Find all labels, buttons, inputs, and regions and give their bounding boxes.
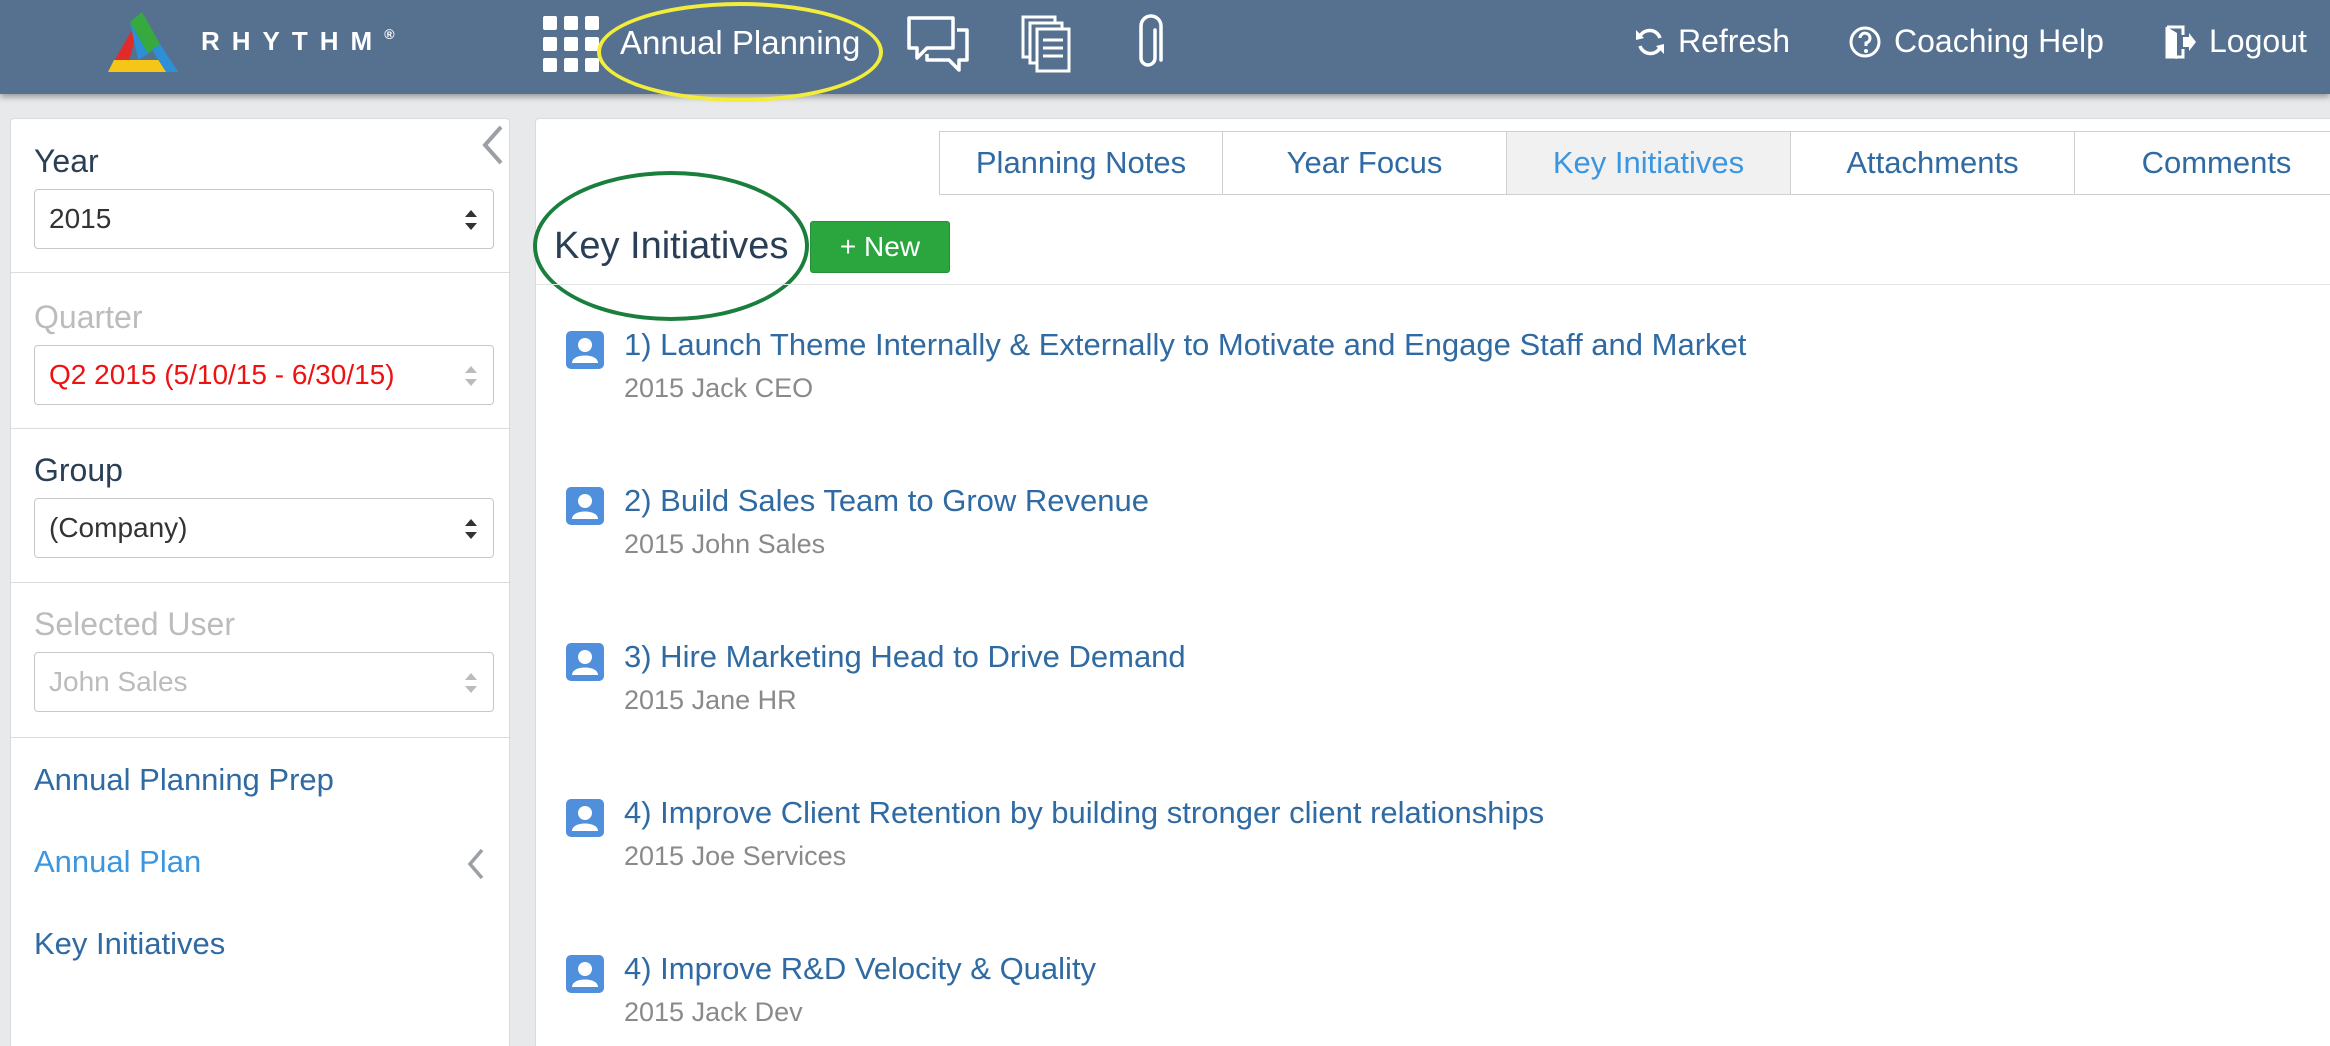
filter-sidebar: Year 2015 Quarter Q2 2015 (5/10/15 - 6/3…	[10, 118, 511, 1046]
tab-planning-notes[interactable]: Planning Notes	[939, 131, 1223, 195]
yellow-highlight-circle	[597, 2, 883, 102]
sidebar-divider	[11, 582, 511, 583]
user-icon[interactable]	[566, 955, 604, 993]
main-panel: Planning Notes Year Focus Key Initiative…	[533, 118, 2330, 1046]
refresh-label: Refresh	[1678, 23, 1791, 59]
tab-comments[interactable]: Comments	[2074, 131, 2330, 195]
initiative-item: 4) Improve R&D Velocity & Quality 2015 J…	[566, 951, 2266, 1045]
refresh-icon	[1636, 28, 1664, 55]
header-divider	[536, 284, 2330, 285]
initiative-owner: 2015 Joe Services	[624, 841, 847, 871]
user-icon[interactable]	[566, 331, 604, 369]
top-navbar: RHYTHM® Annual Planning Refresh Coaching…	[0, 0, 2330, 102]
initiative-title[interactable]: 1) Launch Theme Internally & Externally …	[624, 327, 1746, 363]
select-arrows-icon	[465, 366, 477, 386]
tab-key-initiatives[interactable]: Key Initiatives	[1506, 131, 1791, 195]
sidebar-divider	[11, 428, 511, 429]
help-circle-icon	[1849, 26, 1881, 57]
sidebar-divider	[11, 272, 511, 273]
sidebar-divider	[11, 737, 511, 738]
selected-user-select[interactable]: John Sales	[34, 652, 494, 712]
select-arrows-icon	[465, 519, 477, 539]
quarter-label: Quarter	[34, 299, 143, 335]
quarter-select[interactable]: Q2 2015 (5/10/15 - 6/30/15)	[34, 345, 494, 405]
select-arrows-icon	[465, 210, 477, 230]
user-icon[interactable]	[566, 799, 604, 837]
collapse-sidebar-chevron-icon[interactable]	[479, 123, 507, 167]
chat-icon[interactable]	[905, 14, 971, 72]
logout-label: Logout	[2209, 23, 2307, 59]
brand-text: RHYTHM	[201, 26, 385, 56]
sidebar-link-key-initiatives[interactable]: Key Initiatives	[34, 926, 225, 962]
sidebar-link-annual-planning-prep[interactable]: Annual Planning Prep	[34, 762, 334, 798]
group-select-value: (Company)	[49, 512, 188, 543]
rhythm-logo[interactable]	[100, 8, 184, 82]
initiative-item: 4) Improve Client Retention by building …	[566, 795, 2266, 889]
initiative-owner: 2015 Jack Dev	[624, 997, 803, 1027]
paperclip-icon[interactable]	[1133, 14, 1165, 74]
coaching-help-label: Coaching Help	[1894, 23, 2104, 59]
logout-button[interactable]: Logout	[2163, 23, 2307, 60]
initiative-title[interactable]: 4) Improve Client Retention by building …	[624, 795, 1544, 831]
initiative-title[interactable]: 4) Improve R&D Velocity & Quality	[624, 951, 1096, 987]
user-icon[interactable]	[566, 643, 604, 681]
tab-attachments[interactable]: Attachments	[1790, 131, 2075, 195]
brand-registered-mark: ®	[384, 26, 395, 42]
new-initiative-button[interactable]: + New	[810, 221, 950, 273]
user-icon[interactable]	[566, 487, 604, 525]
sidebar-link-annual-plan[interactable]: Annual Plan	[34, 844, 201, 880]
group-select[interactable]: (Company)	[34, 498, 494, 558]
initiative-owner: 2015 Jane HR	[624, 685, 797, 715]
apps-grid-icon[interactable]	[543, 16, 601, 72]
refresh-button[interactable]: Refresh	[1634, 23, 1790, 60]
logout-icon	[2165, 25, 2196, 59]
coaching-help-button[interactable]: Coaching Help	[1848, 23, 2104, 60]
green-highlight-circle	[533, 171, 809, 321]
initiative-title[interactable]: 3) Hire Marketing Head to Drive Demand	[624, 639, 1186, 675]
year-select[interactable]: 2015	[34, 189, 494, 249]
tab-year-focus[interactable]: Year Focus	[1222, 131, 1507, 195]
quarter-select-value: Q2 2015 (5/10/15 - 6/30/15)	[49, 359, 395, 390]
brand-name: RHYTHM®	[201, 26, 395, 57]
select-arrows-icon	[465, 673, 477, 693]
group-label: Group	[34, 452, 123, 488]
year-select-value: 2015	[49, 203, 112, 234]
documents-icon[interactable]	[1020, 14, 1072, 74]
selected-user-value: John Sales	[49, 666, 188, 697]
initiative-item: 2) Build Sales Team to Grow Revenue 2015…	[566, 483, 2266, 577]
initiative-owner: 2015 Jack CEO	[624, 373, 814, 403]
initiative-item: 1) Launch Theme Internally & Externally …	[566, 327, 2266, 421]
chevron-left-icon[interactable]	[464, 846, 488, 882]
initiative-title[interactable]: 2) Build Sales Team to Grow Revenue	[624, 483, 1149, 519]
initiative-owner: 2015 John Sales	[624, 529, 826, 559]
selected-user-label: Selected User	[34, 606, 235, 642]
initiative-item: 3) Hire Marketing Head to Drive Demand 2…	[566, 639, 2266, 733]
year-label: Year	[34, 143, 99, 179]
